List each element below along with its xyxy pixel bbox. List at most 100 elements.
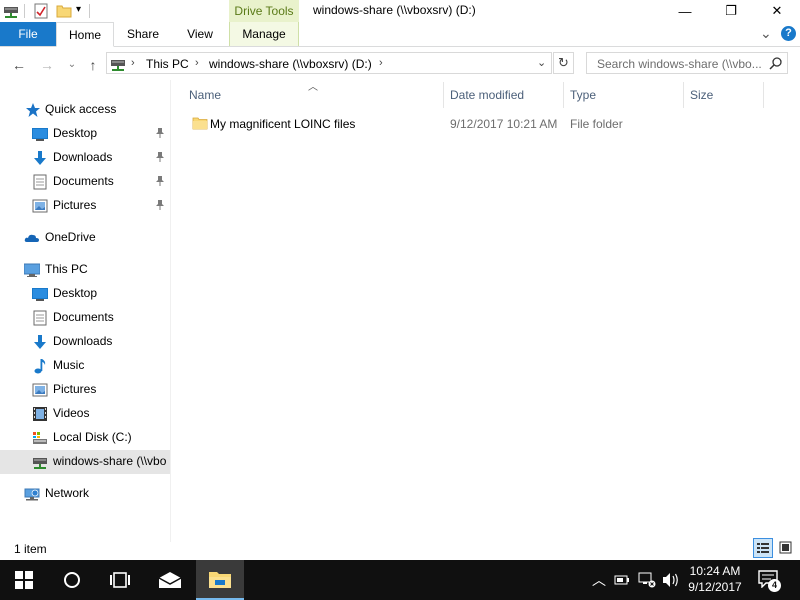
pane-divider[interactable] — [170, 80, 171, 542]
new-folder-icon[interactable] — [56, 3, 72, 19]
breadcrumb-chevron-icon[interactable]: › — [195, 57, 199, 69]
task-view-button[interactable] — [96, 560, 144, 600]
navigation-pane: Quick access Desktop Downloads Documents… — [0, 80, 170, 542]
column-divider[interactable] — [443, 82, 444, 108]
network-icon — [24, 488, 40, 501]
recent-locations-dropdown[interactable]: ⌄ — [63, 56, 81, 74]
breadcrumb-this-pc[interactable]: This PC — [146, 57, 189, 71]
details-view-icon — [757, 543, 769, 553]
maximize-button[interactable]: ❐ — [708, 0, 754, 22]
column-header-date-modified[interactable]: Date modified — [450, 88, 524, 108]
clock-time[interactable]: 10:24 AM — [684, 564, 746, 578]
nav-pc-local-disk[interactable]: Local Disk (C:) — [0, 426, 170, 450]
tab-home[interactable]: Home — [56, 22, 114, 47]
column-header-type[interactable]: Type — [570, 88, 596, 108]
address-dropdown-icon[interactable]: ⌄ — [537, 56, 546, 69]
notification-count-badge: 4 — [768, 579, 781, 592]
column-header-name[interactable]: Name — [189, 88, 221, 108]
search-box[interactable] — [586, 52, 788, 74]
address-bar[interactable]: › This PC › windows-share (\\vboxsrv) (D… — [106, 52, 552, 74]
status-bar: 1 item — [0, 538, 800, 560]
network-drive-icon — [33, 458, 47, 469]
nav-onedrive[interactable]: OneDrive — [0, 226, 170, 250]
cortana-circle-icon — [64, 572, 80, 588]
show-hidden-icons-button[interactable]: ︿ — [592, 570, 606, 590]
clock-date[interactable]: 9/12/2017 — [684, 580, 746, 594]
nav-pc-documents[interactable]: Documents — [0, 306, 170, 330]
pin-icon[interactable] — [154, 127, 166, 139]
local-disk-icon — [33, 432, 47, 444]
download-arrow-icon — [34, 335, 46, 349]
column-divider[interactable] — [763, 82, 764, 108]
film-icon — [33, 407, 47, 421]
nav-qa-pictures[interactable]: Pictures — [0, 194, 170, 218]
pin-icon[interactable] — [154, 175, 166, 187]
documents-icon — [33, 310, 47, 326]
large-icons-view-icon — [779, 541, 792, 554]
start-button[interactable] — [0, 560, 48, 600]
taskbar: ︿ 10:24 AM 9/12/2017 4 — [0, 560, 800, 600]
file-explorer-icon — [209, 572, 231, 588]
nav-pc-music[interactable]: Music — [0, 354, 170, 378]
back-button[interactable]: ← — [10, 56, 28, 74]
search-icon[interactable] — [769, 57, 782, 70]
tab-view[interactable]: View — [172, 22, 228, 46]
tab-manage[interactable]: Manage — [229, 22, 299, 46]
windows-logo-icon — [15, 571, 33, 589]
nav-qa-downloads[interactable]: Downloads — [0, 146, 170, 170]
minimize-button[interactable]: — — [662, 0, 708, 22]
refresh-button[interactable]: ↻ — [553, 52, 574, 74]
close-button[interactable]: ✕ — [754, 0, 800, 22]
pictures-icon — [32, 383, 48, 397]
taskbar-file-explorer[interactable] — [196, 560, 244, 600]
item-count: 1 item — [14, 542, 47, 556]
nav-pc-videos[interactable]: Videos — [0, 402, 170, 426]
nav-qa-desktop[interactable]: Desktop — [0, 122, 170, 146]
forward-button[interactable]: → — [38, 56, 56, 74]
nav-this-pc[interactable]: This PC — [0, 258, 170, 282]
task-view-icon — [110, 572, 130, 588]
breadcrumb-current[interactable]: windows-share (\\vboxsrv) (D:) — [209, 57, 372, 71]
collapse-ribbon-icon[interactable]: ⌄ — [760, 25, 772, 42]
file-type: File folder — [570, 117, 623, 131]
nav-pc-windows-share[interactable]: windows-share (\\vbo — [0, 450, 170, 474]
network-drive-icon — [111, 60, 125, 71]
search-input[interactable] — [595, 56, 769, 72]
power-battery-icon[interactable] — [614, 573, 630, 587]
details-view-button[interactable] — [753, 538, 773, 558]
action-center-button[interactable]: 4 — [756, 568, 786, 594]
nav-pc-desktop[interactable]: Desktop — [0, 282, 170, 306]
breadcrumb-chevron-icon[interactable]: › — [379, 57, 383, 69]
file-name[interactable]: My magnificent LOINC files — [210, 117, 355, 131]
column-header-size[interactable]: Size — [690, 88, 713, 108]
nav-pc-pictures[interactable]: Pictures — [0, 378, 170, 402]
column-divider[interactable] — [683, 82, 684, 108]
nav-qa-documents[interactable]: Documents — [0, 170, 170, 194]
properties-icon[interactable] — [33, 3, 49, 19]
pin-icon[interactable] — [154, 151, 166, 163]
cortana-button[interactable] — [48, 560, 96, 600]
column-divider[interactable] — [563, 82, 564, 108]
window-title: windows-share (\\vboxsrv) (D:) — [313, 3, 476, 17]
nav-network[interactable]: Network — [0, 482, 170, 506]
pictures-icon — [32, 199, 48, 213]
documents-icon — [33, 174, 47, 190]
nav-pc-downloads[interactable]: Downloads — [0, 330, 170, 354]
nav-quick-access[interactable]: Quick access — [0, 98, 170, 122]
tab-file[interactable]: File — [0, 22, 56, 46]
computer-icon — [24, 263, 40, 277]
volume-icon[interactable] — [662, 572, 680, 588]
tab-share[interactable]: Share — [114, 22, 172, 46]
folder-icon — [192, 117, 208, 130]
taskbar-mail-app[interactable] — [146, 560, 194, 600]
large-icons-view-button[interactable] — [776, 538, 796, 558]
cloud-icon — [24, 234, 39, 242]
network-drive-icon[interactable] — [3, 3, 19, 19]
up-button[interactable]: ↑ — [84, 56, 102, 74]
desktop-icon — [32, 288, 48, 301]
pin-icon[interactable] — [154, 199, 166, 211]
help-icon[interactable]: ? — [781, 26, 796, 41]
customize-qat-dropdown[interactable]: ▾ — [76, 4, 81, 15]
network-status-icon[interactable] — [638, 572, 656, 588]
breadcrumb-chevron-icon[interactable]: › — [131, 57, 135, 69]
